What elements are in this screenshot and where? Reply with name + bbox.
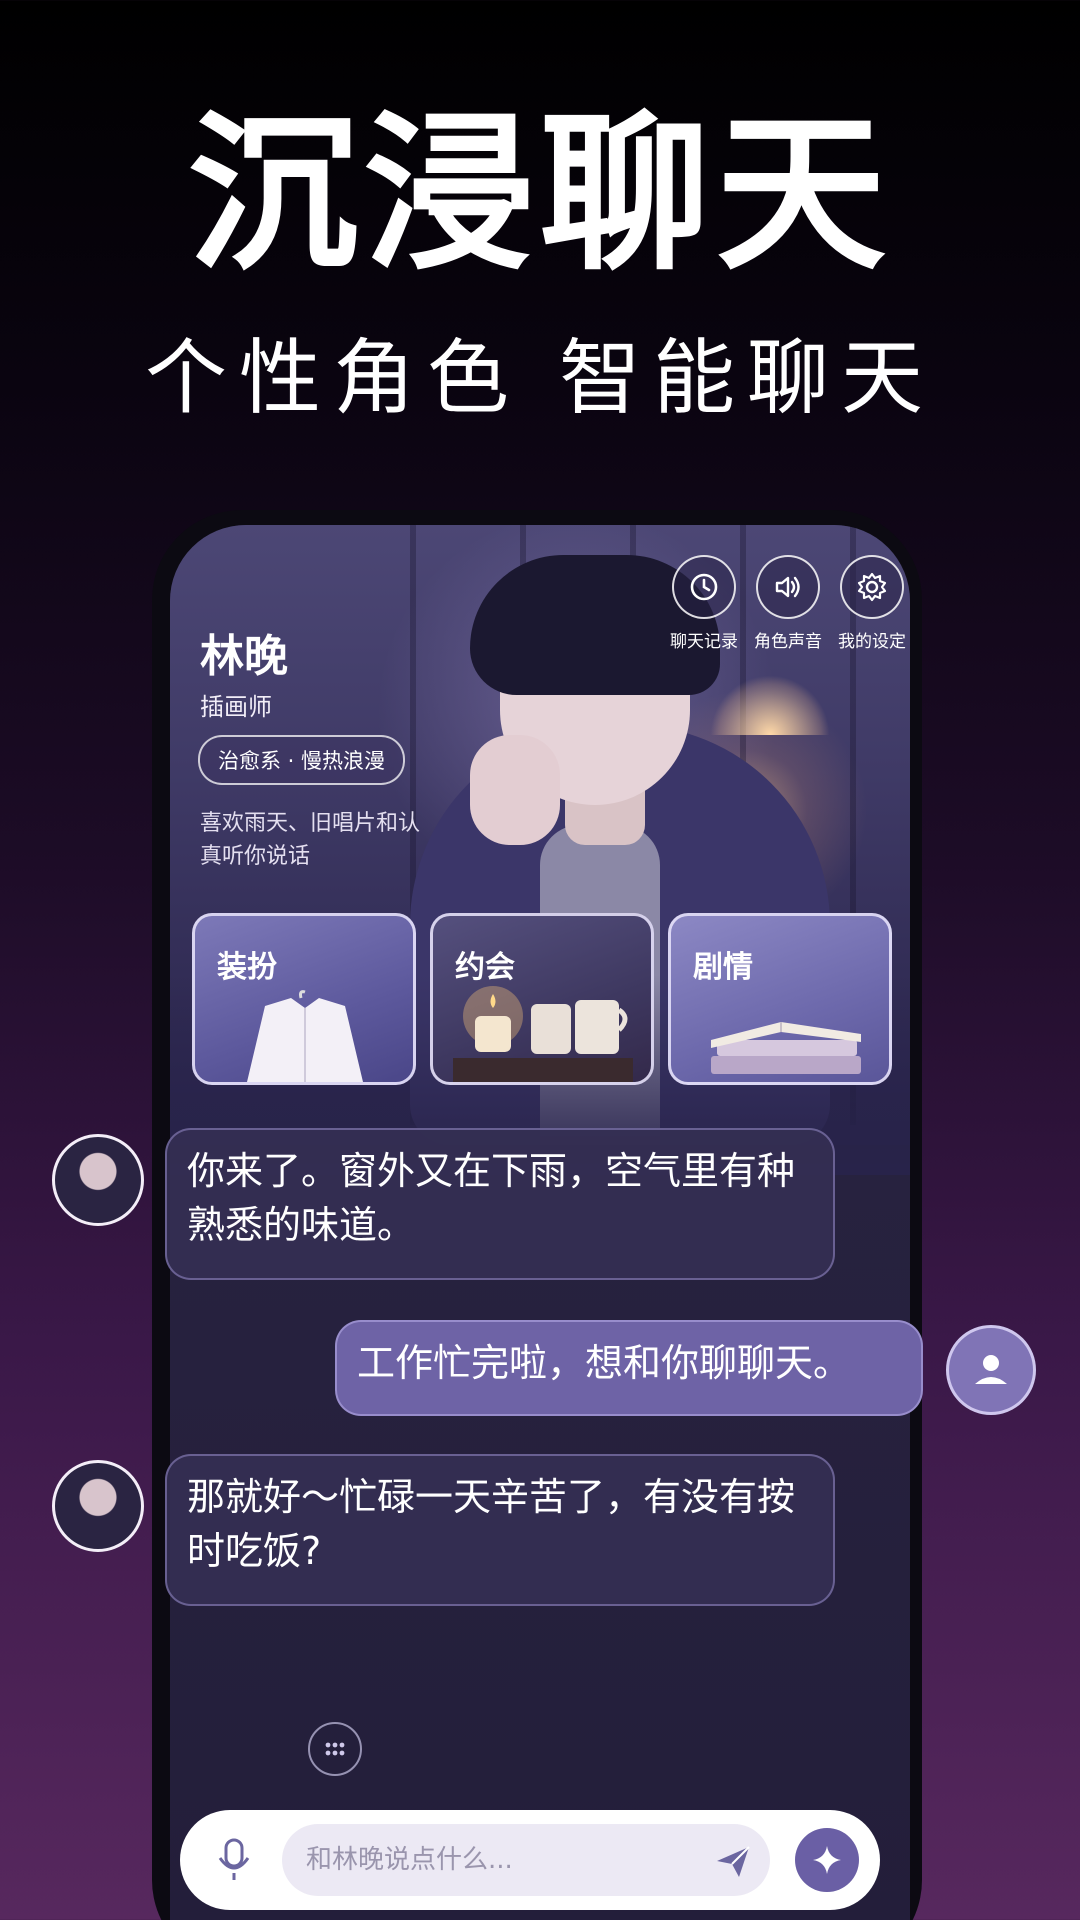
- promo-headline: 沉浸聊天: [187, 96, 892, 294]
- user-icon: [975, 1355, 1007, 1384]
- feature-cards: 装扮 约会 剧情: [192, 913, 892, 1085]
- promo-subline: 个性角色 智能聊天: [144, 331, 936, 426]
- send-button[interactable]: [708, 1836, 758, 1886]
- character-tag: 治愈系 · 慢热浪漫: [198, 735, 406, 785]
- candle-cups-image: [453, 986, 633, 1082]
- my-settings-button[interactable]: 我的设定: [828, 555, 910, 652]
- dress-up-card[interactable]: 装扮: [192, 913, 416, 1085]
- character-voice-label: 角色声音: [754, 632, 822, 652]
- chat-history-button[interactable]: 聊天记录: [660, 555, 748, 652]
- grid-icon: [325, 1742, 345, 1756]
- date-title: 约会: [455, 950, 515, 985]
- send-icon: [717, 1846, 750, 1877]
- clock-icon: [672, 555, 736, 619]
- ai-avatar[interactable]: [52, 1134, 144, 1226]
- speaker-icon: [756, 555, 820, 619]
- gear-icon: [840, 555, 904, 619]
- magic-button[interactable]: [795, 1828, 859, 1892]
- user-avatar[interactable]: [946, 1325, 1036, 1415]
- message-input[interactable]: [282, 1824, 770, 1896]
- top-action-bar: 聊天记录 角色声音 我的设定: [660, 555, 910, 655]
- character-role: 插画师: [200, 693, 272, 721]
- shirt-image: [247, 990, 363, 1082]
- character-name: 林晚: [200, 631, 288, 682]
- chat-history-label: 聊天记录: [670, 632, 738, 652]
- chat-message-ai: 你来了。窗外又在下雨，空气里有种熟悉的味道。: [165, 1128, 835, 1280]
- chat-message-user: 工作忙完啦，想和你聊聊天。: [335, 1320, 923, 1416]
- message-input-bar: [180, 1810, 880, 1910]
- my-settings-label: 我的设定: [838, 632, 906, 652]
- more-options-button[interactable]: [308, 1722, 362, 1776]
- story-title: 剧情: [693, 950, 753, 985]
- story-card[interactable]: 剧情: [668, 913, 892, 1085]
- character-voice-button[interactable]: 角色声音: [744, 555, 832, 652]
- lamp-glow: [710, 675, 830, 735]
- sparkle-icon: [813, 1846, 841, 1874]
- character-description: 喜欢雨天、旧唱片和认真听你说话: [200, 811, 421, 869]
- voice-input-button[interactable]: [206, 1832, 262, 1888]
- date-card[interactable]: 约会: [430, 913, 654, 1085]
- microphone-icon: [218, 1838, 250, 1880]
- ai-avatar[interactable]: [52, 1460, 144, 1552]
- books-image: [711, 1022, 861, 1074]
- dress-up-title: 装扮: [217, 950, 277, 985]
- chat-message-ai: 那就好～忙碌一天辛苦了，有没有按时吃饭?: [165, 1454, 835, 1606]
